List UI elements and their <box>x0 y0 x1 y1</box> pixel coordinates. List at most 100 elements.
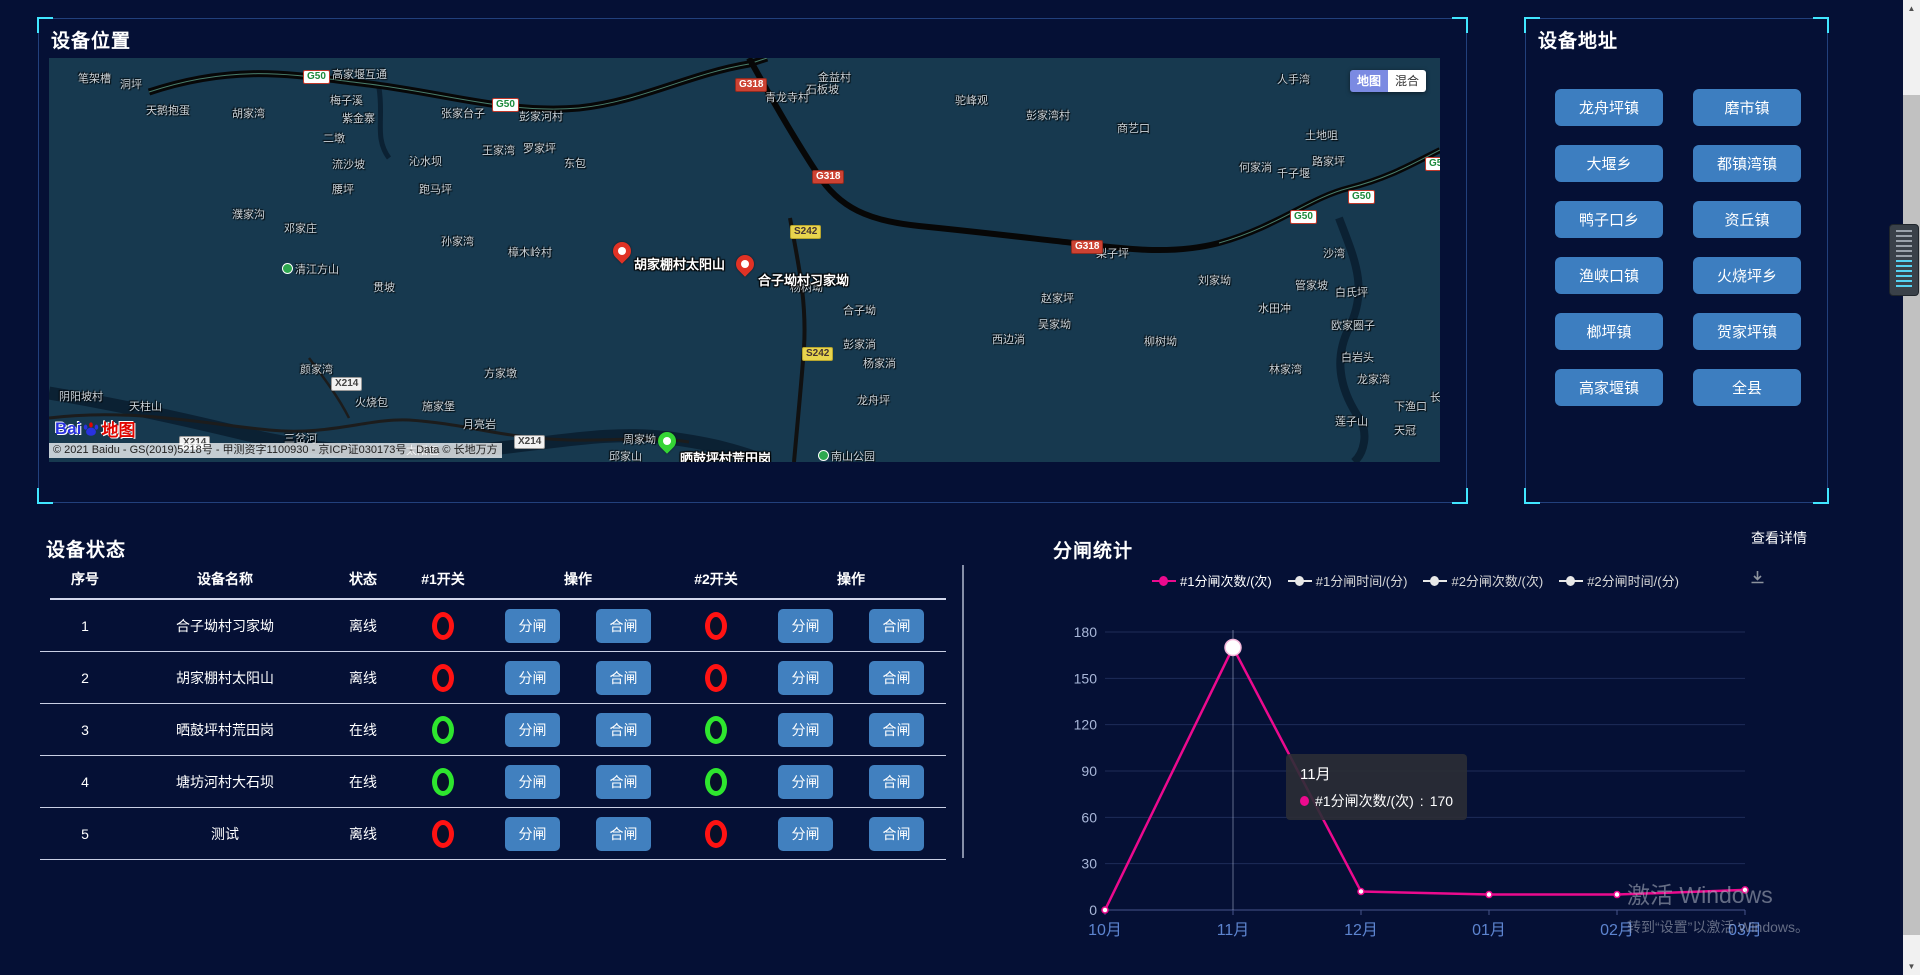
map-place-label: 水田冲 <box>1258 300 1291 316</box>
device-status: 离线 <box>320 668 406 688</box>
close-switch-button[interactable]: 合闸 <box>596 661 651 695</box>
table-column-header: 操作 <box>480 569 676 589</box>
address-button[interactable]: 高家堰镇 <box>1555 369 1663 406</box>
switch1-cell <box>406 820 480 848</box>
close-switch-button[interactable]: 合闸 <box>869 713 924 747</box>
x-axis-tick-label: 12月 <box>1344 922 1378 939</box>
legend-marker <box>1288 576 1312 586</box>
device-name: 晒鼓坪村荒田岗 <box>130 720 320 740</box>
road-badge-g50: G50 <box>1290 210 1317 224</box>
legend-label: #2分闸次数/(次) <box>1451 571 1543 590</box>
map-place-label: 沙湾 <box>1323 245 1345 261</box>
close-switch-button[interactable]: 合闸 <box>596 817 651 851</box>
map-place-label: 跑马坪 <box>419 181 452 197</box>
address-button[interactable]: 资丘镇 <box>1693 201 1801 238</box>
address-button[interactable]: 龙舟坪镇 <box>1555 89 1663 126</box>
address-button[interactable]: 磨市镇 <box>1693 89 1801 126</box>
address-button[interactable]: 鸭子口乡 <box>1555 201 1663 238</box>
switch2-cell <box>676 664 756 692</box>
open-switch-button[interactable]: 分闸 <box>505 609 560 643</box>
device-name: 合子坳村习家坳 <box>130 616 320 636</box>
device-name: 测试 <box>130 824 320 844</box>
open-switch-button[interactable]: 分闸 <box>778 765 833 799</box>
road-badge-x214: X214 <box>331 377 362 391</box>
address-button[interactable]: 全县 <box>1693 369 1801 406</box>
browser-scrollbar[interactable]: ▲ ▼ <box>1903 0 1920 975</box>
close-switch-button[interactable]: 合闸 <box>596 609 651 643</box>
y-axis-tick-label: 0 <box>1089 902 1097 918</box>
map-place-label: 何家淌 <box>1239 159 1272 175</box>
scrollbar-thumb[interactable] <box>1903 95 1920 935</box>
device-status: 在线 <box>320 772 406 792</box>
open-switch-button[interactable]: 分闸 <box>778 817 833 851</box>
map-place-label: 颜家湾 <box>300 361 333 377</box>
open-switch-button[interactable]: 分闸 <box>505 661 560 695</box>
address-button[interactable]: 火烧坪乡 <box>1693 257 1801 294</box>
legend-dot <box>1159 576 1168 586</box>
switch1-ops: 分闸 合闸 <box>480 817 676 851</box>
map-toggle-hybrid[interactable]: 混合 <box>1388 70 1426 92</box>
address-button[interactable]: 都镇湾镇 <box>1693 145 1801 182</box>
map-place-label: 吴家坳 <box>1038 316 1071 332</box>
map-pin-label: 晒鼓坪村荒田岗 <box>680 448 771 462</box>
legend-marker <box>1152 576 1176 586</box>
close-switch-button[interactable]: 合闸 <box>869 609 924 643</box>
legend-item[interactable]: #1分闸次数/(次) <box>1152 571 1272 590</box>
legend-item[interactable]: #2分闸时间/(分) <box>1559 571 1679 590</box>
frame-corner <box>1452 17 1468 33</box>
map-place-label: 阴阳坡村 <box>59 388 103 404</box>
open-switch-button[interactable]: 分闸 <box>505 765 560 799</box>
view-details-link[interactable]: 查看详情 <box>1751 528 1807 548</box>
switch1-cell <box>406 768 480 796</box>
open-switch-button[interactable]: 分闸 <box>505 817 560 851</box>
address-button[interactable]: 贺家坪镇 <box>1693 313 1801 350</box>
close-switch-button[interactable]: 合闸 <box>596 765 651 799</box>
table-column-header: 设备名称 <box>130 569 320 589</box>
baidu-map[interactable]: 笔架槽洞坪天鹅抱蛋胡家湾高家堰互通梅子溪紫金寨二墩流沙坡沁水坝张家台子彭家河村王… <box>49 58 1440 462</box>
striped-scroll-indicator[interactable] <box>1889 224 1919 296</box>
map-place-label: 彭家河村 <box>519 108 563 124</box>
map-place-label: 合子坳 <box>843 302 876 318</box>
close-switch-button[interactable]: 合闸 <box>869 765 924 799</box>
table-body: 1合子坳村习家坳离线分闸合闸分闸合闸2胡家棚村太阳山离线分闸合闸分闸合闸3晒鼓坪… <box>40 600 946 860</box>
map-place-label: 濮家沟 <box>232 206 265 222</box>
table-column-header: #1开关 <box>406 569 480 589</box>
row-index: 5 <box>40 826 130 842</box>
close-switch-button[interactable]: 合闸 <box>596 713 651 747</box>
map-place-label: 人手湾 <box>1277 71 1310 87</box>
address-button[interactable]: 渔峡口镇 <box>1555 257 1663 294</box>
legend-item[interactable]: #2分闸次数/(次) <box>1423 571 1543 590</box>
map-place-label: 龙舟坪 <box>857 392 890 408</box>
close-switch-button[interactable]: 合闸 <box>869 817 924 851</box>
close-switch-button[interactable]: 合闸 <box>869 661 924 695</box>
map-place-label: 刘家坳 <box>1198 272 1231 288</box>
address-button[interactable]: 榔坪镇 <box>1555 313 1663 350</box>
open-switch-button[interactable]: 分闸 <box>778 609 833 643</box>
map-place-label: 路家坪 <box>1312 153 1345 169</box>
map-place-label: 施家堡 <box>422 398 455 414</box>
map-place-label: 欧家圈子 <box>1331 317 1375 333</box>
download-icon[interactable] <box>1749 569 1766 591</box>
open-switch-button[interactable]: 分闸 <box>505 713 560 747</box>
table-row: 2胡家棚村太阳山离线分闸合闸分闸合闸 <box>40 652 946 704</box>
open-switch-button[interactable]: 分闸 <box>778 661 833 695</box>
map-place-label: 火烧包 <box>355 394 388 410</box>
scroll-down-arrow[interactable]: ▼ <box>1903 958 1920 975</box>
scroll-up-arrow[interactable]: ▲ <box>1903 0 1920 17</box>
map-pin-label: 胡家棚村太阳山 <box>634 254 725 273</box>
legend-item[interactable]: #1分闸时间/(分) <box>1288 571 1408 590</box>
map-panel-title: 设备位置 <box>51 26 131 53</box>
switch1-cell <box>406 664 480 692</box>
switch1-indicator-red <box>432 612 454 640</box>
address-panel-title: 设备地址 <box>1538 26 1618 53</box>
road-badge-s242: S242 <box>802 347 833 361</box>
row-index: 1 <box>40 618 130 634</box>
map-place-label: 罗家坪 <box>523 140 556 156</box>
legend-dot <box>1295 576 1304 586</box>
baidu-logo-map-word: 地图 <box>101 416 135 441</box>
map-toggle-map[interactable]: 地图 <box>1350 70 1388 92</box>
open-switch-button[interactable]: 分闸 <box>778 713 833 747</box>
map-place-label: 长冲 <box>1430 389 1440 405</box>
address-button[interactable]: 大堰乡 <box>1555 145 1663 182</box>
map-place-label: 千子堰 <box>1277 165 1310 181</box>
